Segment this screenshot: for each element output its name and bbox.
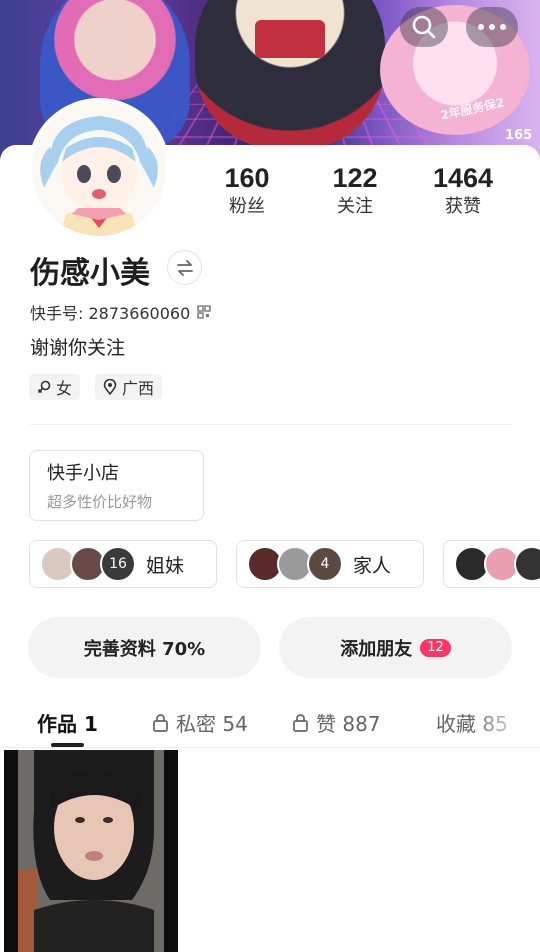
tab-private-label: 私密 54 xyxy=(176,712,248,736)
avatar-illustration xyxy=(32,102,166,236)
search-button[interactable] xyxy=(400,7,448,47)
content-tabs: 作品 1 私密 54 赞 887 收藏 85 xyxy=(0,700,540,748)
switch-account-button[interactable] xyxy=(167,250,202,285)
shop-title: 快手小店 xyxy=(47,463,119,484)
group-member-count: 4 xyxy=(307,546,343,582)
female-icon xyxy=(37,380,51,394)
group-label-family: 家人 xyxy=(353,554,392,577)
search-icon xyxy=(412,15,436,39)
add-friends-label: 添加朋友 xyxy=(340,638,413,660)
stat-following[interactable]: 122 关注 xyxy=(310,162,400,220)
complete-profile-button[interactable]: 完善资料 70% xyxy=(28,617,261,678)
location-icon xyxy=(103,379,117,395)
stat-likes[interactable]: 1464 获赞 xyxy=(418,162,508,220)
active-tab-indicator xyxy=(51,743,84,747)
swap-icon xyxy=(176,259,193,276)
more-icon xyxy=(478,24,506,30)
banner-number: 165 xyxy=(505,128,533,143)
add-friends-button[interactable]: 添加朋友 12 xyxy=(279,617,512,678)
profile-bio: 谢谢你关注 xyxy=(30,337,126,359)
stat-likes-value: 1464 xyxy=(432,163,494,193)
lock-icon xyxy=(293,714,308,732)
kwai-id-text: 快手号: 2873660060 xyxy=(30,304,191,323)
kwai-id[interactable]: 快手号: 2873660060 xyxy=(30,300,211,324)
profile-avatar[interactable] xyxy=(28,98,170,240)
more-button[interactable] xyxy=(466,7,518,47)
group-label-sisters: 姐妹 xyxy=(146,554,185,577)
add-friends-badge: 12 xyxy=(420,638,451,657)
profile-name: 伤感小美 xyxy=(30,256,150,291)
gender-tag: 女 xyxy=(29,374,81,400)
banner-character-center xyxy=(195,0,385,150)
stat-following-label: 关注 xyxy=(337,196,373,217)
stat-followers-value: 160 xyxy=(224,163,270,193)
video-thumbnail-image xyxy=(4,750,178,952)
video-thumbnail[interactable] xyxy=(4,750,178,952)
group-family[interactable]: 4 家人 xyxy=(236,540,424,588)
group-member-count: 16 xyxy=(100,546,136,582)
tab-works[interactable]: 作品 1 xyxy=(37,708,98,737)
group-member-avatar xyxy=(514,546,540,582)
location-tag: 广西 xyxy=(95,374,163,400)
lock-icon xyxy=(153,714,168,732)
group-sisters[interactable]: 16 姐妹 xyxy=(29,540,217,588)
stat-likes-label: 获赞 xyxy=(445,196,481,217)
group-more[interactable] xyxy=(443,540,540,588)
tabs-fade-overlay xyxy=(470,700,540,746)
qr-code-icon[interactable] xyxy=(197,305,211,319)
stat-following-value: 122 xyxy=(332,163,378,193)
tab-liked-label: 赞 887 xyxy=(316,712,381,736)
tab-private[interactable]: 私密 54 xyxy=(152,708,248,737)
section-divider xyxy=(30,424,512,425)
location-label: 广西 xyxy=(122,379,155,398)
stat-followers-label: 粉丝 xyxy=(229,196,265,217)
stat-followers[interactable]: 160 粉丝 xyxy=(202,162,292,220)
shop-card[interactable]: 快手小店 超多性价比好物 xyxy=(29,450,204,521)
gender-label: 女 xyxy=(56,379,73,398)
tab-liked[interactable]: 赞 887 xyxy=(292,708,381,737)
shop-subtitle: 超多性价比好物 xyxy=(47,493,153,511)
complete-profile-label: 完善资料 70% xyxy=(83,638,206,660)
tab-works-label: 作品 1 xyxy=(37,712,98,736)
